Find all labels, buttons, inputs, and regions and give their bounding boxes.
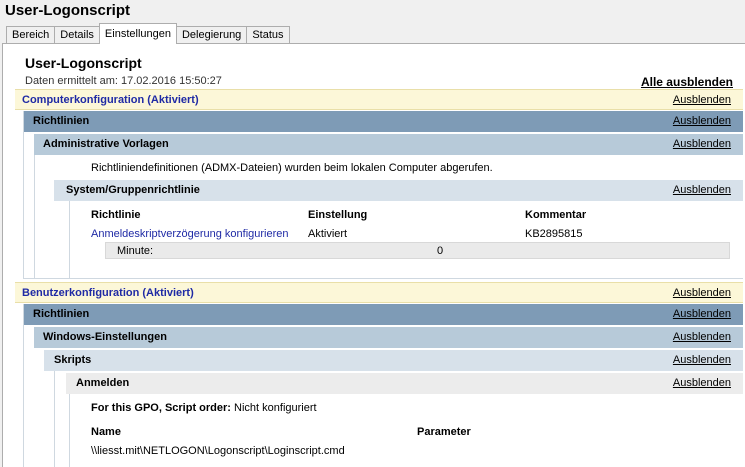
computer-config-header[interactable]: Computerkonfiguration (Aktiviert) Ausble… — [15, 89, 743, 110]
group-policy-label: System/Gruppenrichtlinie — [66, 184, 200, 196]
tab-delegierung[interactable]: Delegierung — [175, 26, 248, 44]
col-header-kommentar: Kommentar — [525, 209, 587, 221]
hide-link-group-policy[interactable]: Ausblenden — [673, 180, 731, 200]
computer-config-label: Computerkonfiguration (Aktiviert) — [22, 94, 199, 106]
admin-templates-label: Administrative Vorlagen — [43, 138, 169, 150]
hide-link-windows-settings[interactable]: Ausblenden — [673, 327, 731, 347]
tab-details[interactable]: Details — [54, 26, 100, 44]
hide-all-link[interactable]: Alle ausblenden — [641, 75, 733, 89]
logon-header[interactable]: Anmelden Ausblenden — [66, 373, 743, 394]
col-header-name: Name — [91, 426, 121, 438]
col-header-richtlinie: Richtlinie — [91, 209, 141, 221]
admx-note: Richtliniendefinitionen (ADMX-Dateien) w… — [91, 162, 493, 174]
report-title: User-Logonscript — [25, 55, 142, 71]
scripts-label: Skripts — [54, 354, 92, 366]
windows-settings-header[interactable]: Windows-Einstellungen Ausblenden — [34, 327, 743, 348]
user-config-label: Benutzerkonfiguration (Aktiviert) — [22, 287, 194, 299]
minute-value: 0 — [437, 245, 444, 257]
user-config-header[interactable]: Benutzerkonfiguration (Aktiviert) Ausble… — [15, 282, 743, 303]
computer-richtlinien-label: Richtlinien — [33, 115, 90, 127]
tab-status[interactable]: Status — [246, 26, 290, 44]
user-richtlinien-label: Richtlinien — [33, 308, 90, 320]
script-order-label: For this GPO, Script order: — [91, 402, 231, 414]
computer-richtlinien-header[interactable]: Richtlinien Ausblenden — [24, 111, 743, 132]
scripts-header[interactable]: Skripts Ausblenden — [44, 350, 743, 371]
window-title: User-Logonscript — [5, 2, 131, 19]
admin-templates-header[interactable]: Administrative Vorlagen Ausblenden — [34, 134, 743, 155]
date-line: Daten ermittelt am: 17.02.2016 15:50:27 — [25, 75, 222, 87]
user-richtlinien-header[interactable]: Richtlinien Ausblenden — [24, 304, 743, 325]
hide-link-computer-config[interactable]: Ausblenden — [673, 90, 731, 110]
hide-link-user-richtlinien[interactable]: Ausblenden — [673, 304, 731, 324]
col-header-parameter: Parameter — [417, 426, 471, 438]
hide-link-logon[interactable]: Ausblenden — [673, 373, 731, 393]
col-header-einstellung: Einstellung — [308, 209, 368, 221]
hide-link-computer-richtlinien[interactable]: Ausblenden — [673, 111, 731, 131]
group-policy-header[interactable]: System/Gruppenrichtlinie Ausblenden — [54, 180, 743, 201]
script-order-line: For this GPO, Script order: Nicht konfig… — [91, 402, 317, 414]
hide-link-user-config[interactable]: Ausblenden — [673, 283, 731, 303]
hide-link-admin-templates[interactable]: Ausblenden — [673, 134, 731, 154]
hide-link-scripts[interactable]: Ausblenden — [673, 350, 731, 370]
script-path: \\liesst.mit\NETLOGON\Logonscript\Logins… — [91, 445, 345, 457]
minute-label: Minute: — [117, 245, 154, 257]
script-order-value: Nicht konfiguriert — [234, 402, 317, 414]
logon-label: Anmelden — [76, 377, 130, 389]
policy-link[interactable]: Anmeldeskriptverzögerung konfigurieren — [91, 228, 289, 240]
tab-einstellungen[interactable]: Einstellungen — [98, 23, 177, 44]
tab-bar: Bereich Details Einstellungen Delegierun… — [6, 23, 290, 44]
policy-comment: KB2895815 — [525, 228, 583, 240]
policy-setting: Aktiviert — [308, 228, 348, 240]
group-policy-frame — [69, 201, 743, 279]
tab-bereich[interactable]: Bereich — [6, 26, 56, 44]
windows-settings-label: Windows-Einstellungen — [43, 331, 167, 343]
minute-row — [105, 242, 730, 259]
